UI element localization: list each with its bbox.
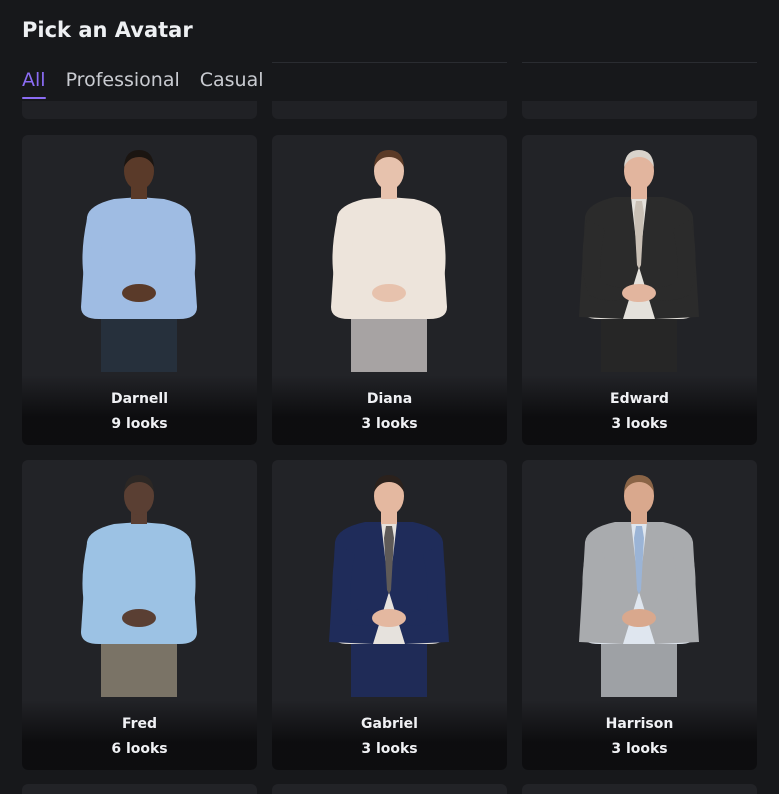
avatar-looks-count: 9 looks — [111, 416, 168, 432]
previous-row-card[interactable] — [272, 101, 507, 119]
card-gradient-overlay — [522, 700, 757, 770]
next-row-card[interactable] — [522, 784, 757, 794]
avatar-card-gabriel[interactable]: Gabriel 3 looks — [272, 460, 507, 770]
avatar-card-diana[interactable]: Diana 3 looks — [272, 135, 507, 445]
avatar-looks-count: 6 looks — [111, 741, 168, 757]
card-gradient-overlay — [522, 375, 757, 445]
avatar-looks-count: 3 looks — [611, 416, 668, 432]
card-gradient-overlay — [272, 375, 507, 445]
divider — [522, 62, 757, 63]
avatar-photo — [81, 475, 197, 697]
avatar-looks-count: 3 looks — [361, 741, 418, 757]
avatar-photo — [579, 475, 699, 697]
avatar-name: Darnell — [110, 391, 169, 407]
page-title: Pick an Avatar — [22, 18, 193, 42]
avatar-card-edward[interactable]: Edward 3 looks — [522, 135, 757, 445]
avatar-card-fred[interactable]: Fred 6 looks — [22, 460, 257, 770]
tab-all[interactable]: All — [22, 69, 46, 99]
tab-casual[interactable]: Casual — [200, 69, 264, 99]
avatar-photo — [579, 150, 699, 372]
next-row-card[interactable] — [272, 784, 507, 794]
previous-row-card[interactable] — [22, 101, 257, 119]
avatar-name: Diana — [366, 391, 413, 407]
card-gradient-overlay — [22, 375, 257, 445]
avatar-looks-count: 3 looks — [611, 741, 668, 757]
avatar-photo — [81, 150, 197, 372]
previous-row-card[interactable] — [522, 101, 757, 119]
avatar-name: Fred — [121, 716, 158, 732]
avatar-looks-count: 3 looks — [361, 416, 418, 432]
avatar-name: Harrison — [605, 716, 674, 732]
next-row-card[interactable] — [22, 784, 257, 794]
avatar-name: Edward — [610, 391, 669, 407]
divider — [272, 62, 507, 63]
avatar-photo — [329, 475, 449, 697]
tab-bar: All Professional Casual — [22, 69, 264, 99]
tab-professional[interactable]: Professional — [66, 69, 180, 99]
avatar-card-darnell[interactable]: Darnell 9 looks — [22, 135, 257, 445]
avatar-name: Gabriel — [361, 716, 418, 732]
card-gradient-overlay — [272, 700, 507, 770]
avatar-photo — [331, 150, 447, 372]
avatar-card-harrison[interactable]: Harrison 3 looks — [522, 460, 757, 770]
card-gradient-overlay — [22, 700, 257, 770]
header: Pick an Avatar All Professional Casual — [0, 0, 779, 119]
